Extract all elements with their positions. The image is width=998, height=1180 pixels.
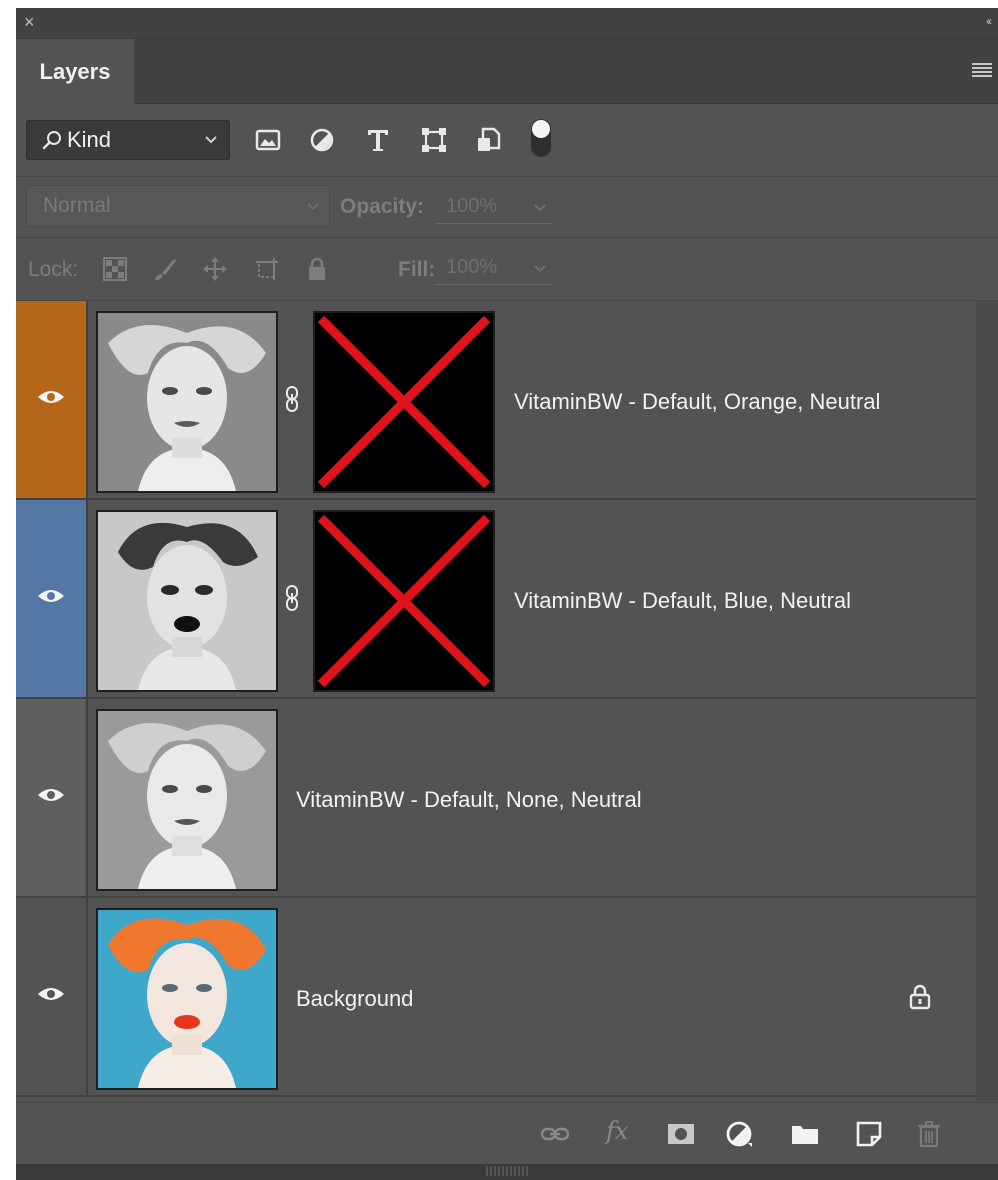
layer-name[interactable]: Background — [296, 986, 413, 1012]
lock-artboard-icon[interactable] — [254, 256, 280, 282]
chevron-down-icon — [534, 204, 546, 212]
adjustment-layer-icon[interactable] — [724, 1119, 754, 1149]
layers-list: VitaminBW - Default, Orange, Neutral Vit… — [16, 301, 998, 1101]
eye-visibility-icon[interactable] — [36, 586, 66, 606]
layer-name[interactable]: VitaminBW - Default, Blue, Neutral — [514, 588, 851, 614]
lock-label: Lock: — [28, 258, 79, 281]
adjustment-filter-icon[interactable] — [308, 126, 336, 154]
fx-icon[interactable]: fx — [606, 1117, 628, 1145]
eye-visibility-icon[interactable] — [36, 984, 66, 1004]
layer-thumbnail[interactable] — [96, 510, 278, 692]
layer-thumbnail[interactable] — [96, 311, 278, 493]
image-filter-icon[interactable] — [254, 126, 282, 154]
opacity-value: 100% — [446, 195, 498, 217]
trash-icon[interactable] — [914, 1119, 944, 1149]
layer-lock-icon — [909, 984, 931, 1010]
layer-thumbnail[interactable] — [96, 709, 278, 891]
blend-mode-value: Normal — [43, 194, 111, 217]
layer-row[interactable]: VitaminBW - Default, Blue, Neutral — [16, 500, 976, 699]
tab-layers[interactable]: Layers — [16, 39, 134, 104]
lock-image-pixels-icon[interactable] — [152, 256, 178, 282]
chain-link-icon[interactable] — [284, 385, 300, 413]
kind-filter-select[interactable]: Kind — [26, 120, 230, 160]
close-icon[interactable]: × — [24, 12, 35, 32]
layer-name[interactable]: VitaminBW - Default, None, Neutral — [296, 787, 642, 813]
blend-mode-select[interactable]: Normal — [26, 185, 330, 227]
new-layer-icon[interactable] — [854, 1119, 884, 1149]
collapse-panel-icon[interactable]: ‹‹ — [986, 14, 992, 28]
lock-row: Lock: Fill: 100% — [16, 238, 998, 301]
fill-field[interactable]: 100% — [436, 254, 552, 285]
chevron-down-icon — [534, 265, 546, 273]
filter-row: Kind — [16, 104, 998, 177]
fill-value: 100% — [446, 256, 498, 278]
link-layers-icon[interactable] — [540, 1119, 570, 1149]
panel-menu-icon[interactable] — [972, 63, 992, 77]
panel-titlebar: × ‹‹ — [16, 8, 998, 39]
layer-thumbnail[interactable] — [96, 908, 278, 1090]
layer-row[interactable]: Background — [16, 898, 976, 1097]
layer-row[interactable]: VitaminBW - Default, None, Neutral — [16, 699, 976, 898]
resize-grip[interactable] — [486, 1166, 530, 1176]
smart-object-filter-icon[interactable] — [474, 126, 502, 154]
layer-name[interactable]: VitaminBW - Default, Orange, Neutral — [514, 389, 880, 415]
search-icon — [42, 131, 61, 150]
blend-row: Normal Opacity: 100% — [16, 177, 998, 238]
layers-panel: × ‹‹ Layers Kind Normal Opacity: 100% Lo… — [16, 8, 998, 1180]
eye-visibility-icon[interactable] — [36, 785, 66, 805]
layer-mask-thumbnail[interactable] — [313, 311, 495, 493]
opacity-field[interactable]: 100% — [436, 193, 552, 224]
shape-filter-icon[interactable] — [420, 126, 448, 154]
fill-label: Fill: — [398, 258, 436, 281]
lock-all-icon[interactable] — [304, 256, 330, 282]
lock-position-icon[interactable] — [202, 256, 228, 282]
layers-scrollbar[interactable] — [976, 301, 998, 1101]
tab-bar: Layers — [16, 39, 998, 104]
chevron-down-icon — [307, 203, 319, 211]
layer-mask-thumbnail[interactable] — [313, 510, 495, 692]
chain-link-icon[interactable] — [284, 584, 300, 612]
resize-strip[interactable] — [16, 1164, 998, 1180]
eye-visibility-icon[interactable] — [36, 387, 66, 407]
panel-footer: fx — [16, 1102, 998, 1163]
add-mask-icon[interactable] — [666, 1119, 696, 1149]
type-filter-icon[interactable] — [364, 126, 392, 154]
layer-row[interactable]: VitaminBW - Default, Orange, Neutral — [16, 301, 976, 500]
opacity-label: Opacity: — [340, 195, 425, 218]
group-folder-icon[interactable] — [790, 1119, 820, 1149]
chevron-down-icon — [205, 136, 217, 144]
lock-transparent-pixels-icon[interactable] — [102, 256, 128, 282]
filter-toggle-icon[interactable] — [530, 118, 552, 158]
kind-filter-label: Kind — [67, 127, 112, 152]
